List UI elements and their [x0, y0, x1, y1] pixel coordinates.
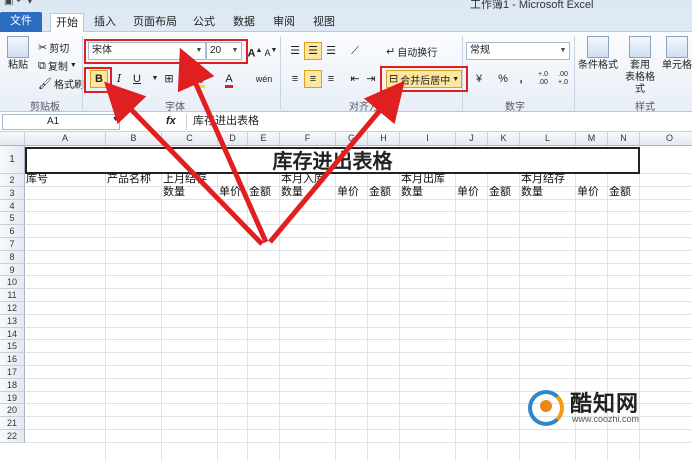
arrow-to-font: [177, 47, 269, 244]
arrow-to-bold: [104, 81, 264, 246]
watermark-url: www.coozhi.com: [572, 414, 640, 424]
watermark-logo-dot: [540, 400, 552, 412]
arrow-to-merge: [268, 80, 405, 244]
watermark: 酷知网 www.coozhi.com: [528, 386, 688, 430]
